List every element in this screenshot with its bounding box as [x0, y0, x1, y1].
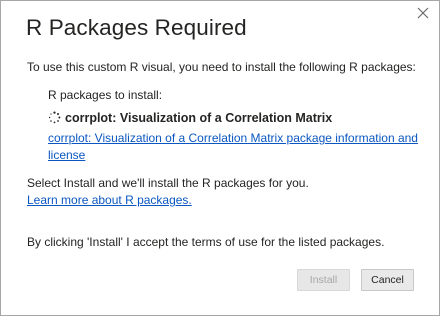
install-button[interactable]: Install: [297, 269, 350, 291]
learn-more-link[interactable]: Learn more about R packages.: [27, 192, 192, 208]
cancel-button[interactable]: Cancel: [361, 269, 414, 291]
terms-text: By clicking 'Install' I accept the terms…: [27, 235, 385, 249]
r-packages-dialog: R Packages Required To use this custom R…: [0, 0, 440, 316]
loading-spinner-icon: [48, 111, 61, 124]
package-info-link[interactable]: corrplot: Visualization of a Correlation…: [48, 130, 418, 146]
package-license-link[interactable]: license: [48, 147, 85, 163]
package-name: corrplot: Visualization of a Correlation…: [65, 111, 333, 125]
intro-text: To use this custom R visual, you need to…: [27, 60, 416, 74]
close-icon[interactable]: [416, 6, 430, 20]
install-note: Select Install and we'll install the R p…: [27, 176, 309, 190]
packages-label: R packages to install:: [48, 88, 163, 102]
dialog-title: R Packages Required: [26, 15, 247, 40]
